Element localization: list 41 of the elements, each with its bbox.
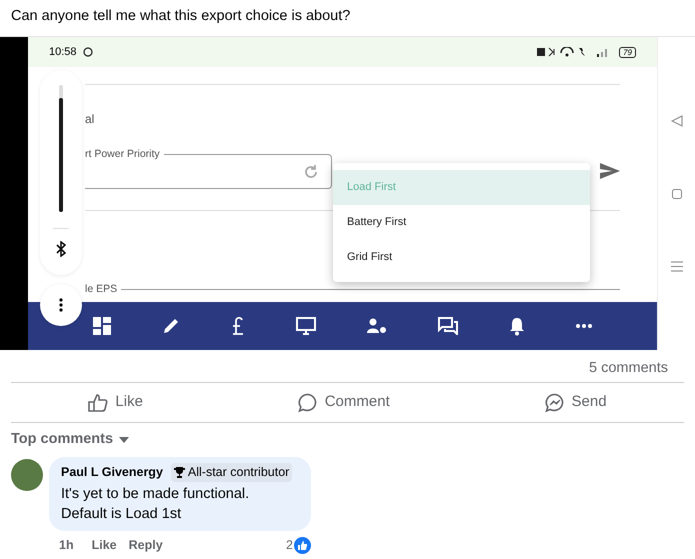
status-time: 10:58 bbox=[49, 44, 77, 60]
like-button[interactable]: Like bbox=[76, 387, 155, 418]
like-reaction-icon bbox=[294, 536, 311, 554]
bell-icon[interactable] bbox=[508, 316, 525, 336]
dropdown-option[interactable]: Battery First bbox=[333, 205, 590, 240]
thumbs-up-icon bbox=[88, 392, 108, 412]
more-icon[interactable] bbox=[576, 324, 592, 328]
reaction-count[interactable]: 2 bbox=[286, 536, 293, 554]
comment-time[interactable]: 1h bbox=[59, 536, 74, 554]
reply-link[interactable]: Reply bbox=[128, 536, 163, 554]
square-icon[interactable] bbox=[672, 189, 682, 199]
menu-icon[interactable] bbox=[670, 261, 682, 272]
pencil-icon[interactable] bbox=[162, 317, 180, 335]
post-text: Can anyone tell me what this export choice is about? bbox=[10, 7, 352, 26]
chat-icon[interactable] bbox=[438, 317, 458, 335]
caret-icon bbox=[119, 436, 130, 443]
back-icon[interactable] bbox=[670, 115, 682, 127]
battery-indicator: 79 bbox=[619, 46, 636, 58]
bluetooth-icon[interactable] bbox=[56, 241, 66, 257]
like-link[interactable]: Like bbox=[92, 536, 117, 554]
comment-text: It's yet to be made functional. Default is Load 1st bbox=[61, 484, 250, 524]
send-button[interactable]: Send bbox=[532, 387, 619, 418]
comment-button[interactable]: Comment bbox=[286, 387, 402, 418]
more-button[interactable] bbox=[40, 284, 82, 326]
pound-icon[interactable] bbox=[231, 316, 246, 336]
monitor-icon[interactable] bbox=[296, 317, 316, 335]
contributor-badge: All-star contributor bbox=[170, 463, 292, 482]
speech-bubble-icon bbox=[298, 392, 318, 412]
dashboard-icon[interactable] bbox=[93, 317, 112, 335]
vertical-dots-icon bbox=[59, 298, 63, 312]
messenger-icon bbox=[544, 392, 565, 412]
send-icon[interactable] bbox=[600, 163, 620, 179]
field-label: rt Power Priority bbox=[85, 148, 164, 160]
section-title: al bbox=[85, 111, 96, 128]
field-label: le EPS bbox=[85, 283, 122, 295]
comment-count[interactable]: 5 comments bbox=[589, 358, 668, 382]
comment-author[interactable]: Paul L Givenergy bbox=[61, 463, 163, 482]
dropdown-option[interactable]: Grid First bbox=[333, 240, 590, 275]
avatar[interactable] bbox=[11, 459, 43, 491]
trophy-icon bbox=[174, 466, 185, 478]
sort-dropdown[interactable]: Top comments bbox=[11, 429, 130, 451]
